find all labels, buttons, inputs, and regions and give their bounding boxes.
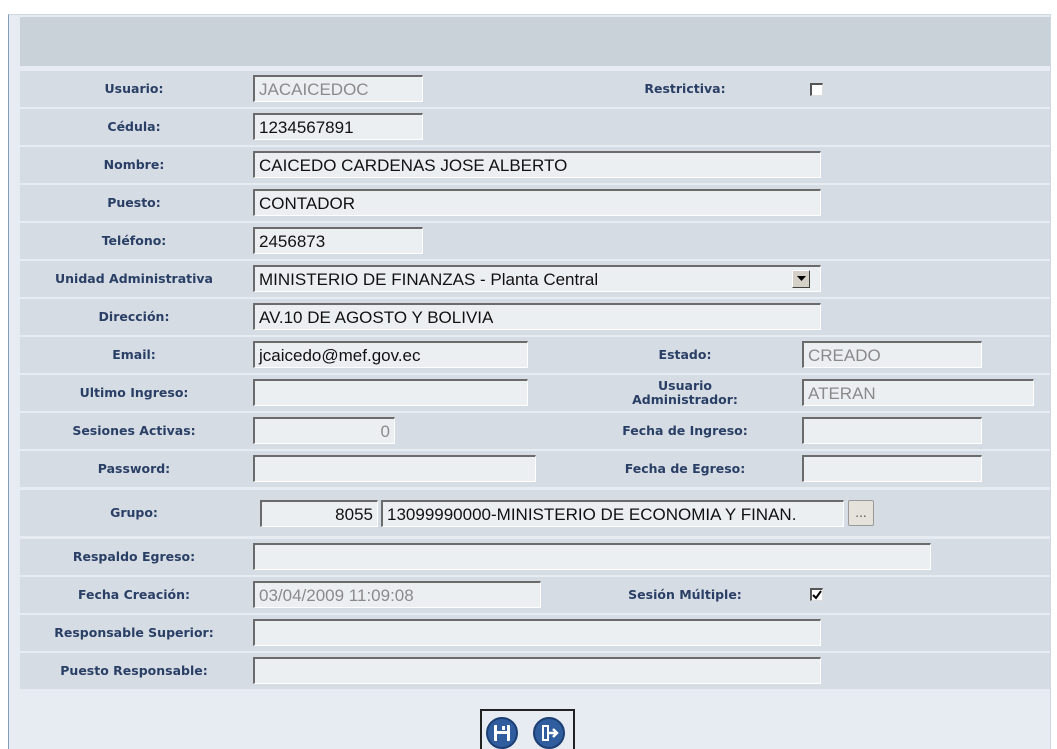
chevron-down-icon xyxy=(796,276,806,281)
usuario-label: Usuario: xyxy=(104,81,164,96)
fecha-ingreso-field[interactable] xyxy=(802,417,982,444)
grupo-lookup-button[interactable]: ... xyxy=(848,500,874,526)
cedula-label: Cédula: xyxy=(107,119,161,134)
restrictiva-checkbox[interactable] xyxy=(810,83,823,96)
row-puesto-responsable: Puesto Responsable: xyxy=(20,653,1050,689)
respaldo-label: Respaldo Egreso: xyxy=(72,549,196,564)
ultimo-ingreso-field[interactable] xyxy=(253,379,528,406)
telefono-label: Teléfono: xyxy=(101,233,167,248)
responsable-field[interactable] xyxy=(253,619,821,646)
estado-label: Estado: xyxy=(658,347,712,362)
usuario-admin-label-line2: Administrador: xyxy=(632,392,738,407)
password-label: Password: xyxy=(97,461,171,476)
unidad-select[interactable]: MINISTERIO DE FINANZAS - Planta Central xyxy=(253,265,821,292)
puesto-label: Puesto: xyxy=(107,195,161,210)
unidad-label: Unidad Administrativa xyxy=(55,271,213,286)
restrictiva-label: Restrictiva: xyxy=(644,81,726,96)
action-buttons xyxy=(480,709,575,749)
nombre-field[interactable]: CAICEDO CARDENAS JOSE ALBERTO xyxy=(253,151,821,178)
unidad-dropdown-button[interactable] xyxy=(792,270,810,288)
row-usuario: Usuario: JACAICEDOC Restrictiva: xyxy=(20,71,1050,107)
puesto-field[interactable]: CONTADOR xyxy=(253,189,821,216)
fecha-ingreso-label: Fecha de Ingreso: xyxy=(622,423,748,438)
respaldo-field[interactable] xyxy=(253,543,931,570)
puesto-responsable-label: Puesto Responsable: xyxy=(60,663,208,678)
estado-field[interactable]: CREADO xyxy=(802,341,982,368)
row-unidad: Unidad Administrativa MINISTERIO DE FINA… xyxy=(20,261,1050,297)
row-fecha-creacion: Fecha Creación: 03/04/2009 11:09:08 Sesi… xyxy=(20,577,1050,613)
password-field[interactable] xyxy=(253,455,536,482)
grupo-name-field[interactable]: 13099990000-MINISTERIO DE ECONOMIA Y FIN… xyxy=(381,500,844,527)
ultimo-ingreso-label: Ultimo Ingreso: xyxy=(79,385,189,400)
direccion-label: Dirección: xyxy=(98,309,170,324)
grupo-label: Grupo: xyxy=(110,505,158,520)
usuario-admin-label-line1: Usuario xyxy=(658,378,712,393)
cedula-field[interactable]: 1234567891 xyxy=(253,113,423,140)
exit-button[interactable] xyxy=(533,717,565,749)
responsable-label: Responsable Superior: xyxy=(54,625,214,640)
fecha-egreso-field[interactable] xyxy=(802,455,982,482)
nombre-label: Nombre: xyxy=(103,157,165,172)
grupo-code-field[interactable]: 8055 xyxy=(260,500,378,527)
exit-icon xyxy=(542,725,559,741)
puesto-responsable-field[interactable] xyxy=(253,657,821,684)
fecha-creacion-label: Fecha Creación: xyxy=(77,587,191,602)
usuario-admin-label: Usuario Administrador: xyxy=(580,375,790,411)
save-button[interactable] xyxy=(486,717,518,749)
sesiones-label: Sesiones Activas: xyxy=(72,423,196,438)
row-direccion: Dirección: AV.10 DE AGOSTO Y BOLIVIA xyxy=(20,299,1050,335)
row-puesto: Puesto: CONTADOR xyxy=(20,185,1050,221)
row-ultimo-ingreso: Ultimo Ingreso: Usuario Administrador: A… xyxy=(20,375,1050,411)
row-cedula: Cédula: 1234567891 xyxy=(20,109,1050,145)
form-header-bar xyxy=(20,17,1050,66)
row-responsable: Responsable Superior: xyxy=(20,615,1050,651)
row-password: Password: Fecha de Egreso: xyxy=(20,451,1050,487)
row-telefono: Teléfono: 2456873 xyxy=(20,223,1050,259)
sesion-multiple-label: Sesión Múltiple: xyxy=(628,587,742,602)
fecha-creacion-field[interactable]: 03/04/2009 11:09:08 xyxy=(253,581,541,608)
email-label: Email: xyxy=(112,347,156,362)
save-icon xyxy=(494,725,510,741)
row-sesiones: Sesiones Activas: 0 Fecha de Ingreso: xyxy=(20,413,1050,449)
sesion-multiple-checkbox[interactable] xyxy=(810,588,823,601)
checkmark-icon xyxy=(812,590,822,600)
direccion-field[interactable]: AV.10 DE AGOSTO Y BOLIVIA xyxy=(253,303,821,330)
email-field[interactable]: jcaicedo@mef.gov.ec xyxy=(253,341,528,368)
usuario-field[interactable]: JACAICEDOC xyxy=(253,75,423,102)
row-email: Email: jcaicedo@mef.gov.ec Estado: CREAD… xyxy=(20,337,1050,373)
telefono-field[interactable]: 2456873 xyxy=(253,227,423,254)
row-grupo: Grupo: 8055 13099990000-MINISTERIO DE EC… xyxy=(20,490,1050,536)
usuario-admin-field[interactable]: ATERAN xyxy=(802,379,1034,406)
sesiones-field[interactable]: 0 xyxy=(253,417,395,444)
row-respaldo: Respaldo Egreso: xyxy=(20,539,1050,575)
row-nombre: Nombre: CAICEDO CARDENAS JOSE ALBERTO xyxy=(20,147,1050,183)
fecha-egreso-label: Fecha de Egreso: xyxy=(624,461,746,476)
